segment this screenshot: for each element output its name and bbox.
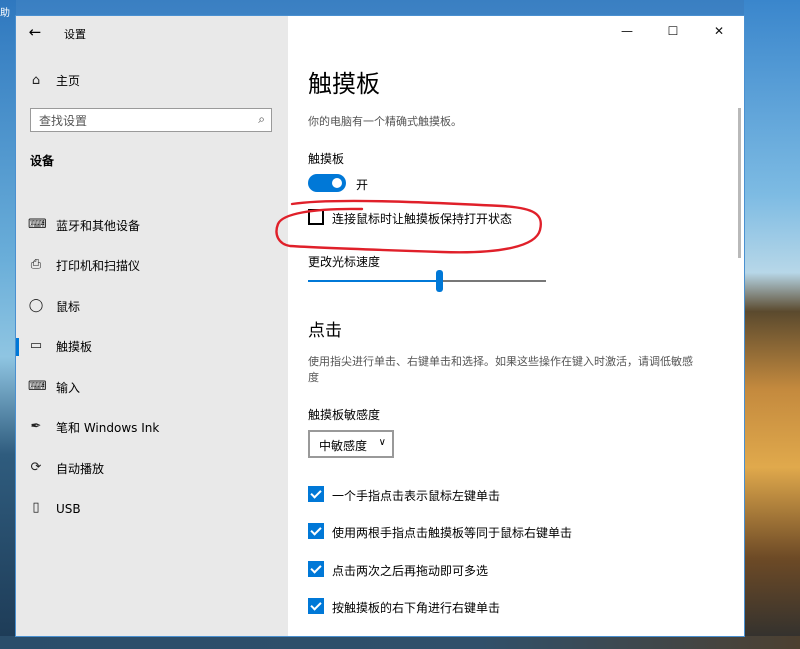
- tap-option-label: 按触摸板的右下角进行右键单击: [332, 601, 501, 615]
- sidebar-item-2[interactable]: ◯ 鼠标: [16, 290, 288, 324]
- cursor-speed-track[interactable]: [308, 280, 546, 282]
- tap-option-label: 一个手指点击表示鼠标左键单击: [332, 489, 501, 503]
- window-controls: — ☐ ✕: [604, 16, 744, 48]
- scrollbar[interactable]: [738, 108, 741, 258]
- sidebar-item-label: 鼠标: [56, 300, 81, 314]
- sidebar-item-label: 蓝牙和其他设备: [56, 219, 141, 233]
- tap-option-checkbox[interactable]: [308, 598, 324, 614]
- sidebar-item-4[interactable]: ⌨ 输入: [16, 371, 288, 405]
- minimize-button[interactable]: —: [604, 16, 650, 46]
- pen-icon: ✒: [30, 419, 42, 434]
- sidebar-item-5[interactable]: ✒ 笔和 Windows Ink: [16, 411, 288, 445]
- sidebar-item-label: 打印机和扫描仪: [56, 259, 141, 273]
- cursor-speed-thumb[interactable]: [435, 270, 443, 292]
- desktop-wallpaper-left: 助: [0, 0, 16, 649]
- title-bar: ← 设置: [16, 16, 288, 48]
- keyboard-icon: ⌨: [28, 379, 47, 394]
- autoplay-icon: ⟳: [30, 460, 42, 475]
- cursor-speed-label: 更改光标速度: [308, 255, 381, 269]
- close-button[interactable]: ✕: [696, 16, 742, 46]
- sidebar-item-label: 触摸板: [56, 340, 93, 354]
- sensitivity-dropdown[interactable]: 中敏感度 ∨: [308, 430, 394, 458]
- tap-option-checkbox[interactable]: [308, 486, 324, 502]
- sidebar-item-0[interactable]: ⌨ 蓝牙和其他设备: [16, 209, 288, 243]
- section-label-devices: 设备: [30, 154, 55, 168]
- sidebar-item-label: 输入: [56, 381, 81, 395]
- selected-indicator: [16, 338, 19, 356]
- sensitivity-label: 触摸板敏感度: [308, 408, 381, 422]
- sidebar-item-3[interactable]: ▭ 触摸板: [16, 330, 288, 364]
- sidebar-item-label: 笔和 Windows Ink: [56, 421, 160, 435]
- touchpad-toggle[interactable]: [308, 174, 346, 192]
- chevron-down-icon: ∨: [378, 437, 386, 448]
- usb-icon: ▯: [32, 500, 40, 515]
- sidebar-item-label: 自动播放: [56, 462, 105, 476]
- sidebar: ← 设置 ⌂ 主页 查找设置 ⌕ 设备 ⌨ 蓝牙和其他设备 ⎙ 打印机和扫描仪 ◯ 鼠标 ▭…: [16, 16, 288, 636]
- touchpad-group-label: 触摸板: [308, 152, 345, 166]
- back-arrow-icon: ←: [28, 23, 42, 41]
- page-title: 触摸板: [308, 70, 380, 98]
- maximize-button[interactable]: ☐: [650, 16, 696, 46]
- taps-section-title: 点击: [308, 321, 342, 341]
- nav-home[interactable]: ⌂ 主页: [16, 70, 288, 92]
- window-title: 设置: [64, 28, 86, 41]
- taps-description: 使用指尖进行单击、右键单击和选择。如果这些操作在键入时激活，请调低敏感度: [308, 355, 693, 384]
- desktop-wallpaper-right: [744, 0, 800, 649]
- tap-option-checkbox[interactable]: [308, 523, 324, 539]
- search-placeholder: 查找设置: [39, 114, 88, 128]
- sidebar-item-label: USB: [56, 502, 81, 516]
- nav-home-label: 主页: [56, 74, 81, 88]
- maximize-icon: ☐: [667, 24, 679, 38]
- sensitivity-value: 中敏感度: [319, 439, 368, 453]
- sidebar-item-7[interactable]: ▯ USB: [16, 492, 288, 526]
- minimize-icon: —: [621, 24, 633, 38]
- home-icon: ⌂: [31, 73, 41, 88]
- search-input[interactable]: 查找设置 ⌕: [30, 108, 272, 132]
- cursor-speed-fill: [308, 280, 439, 282]
- page-description: 你的电脑有一个精确式触摸板。: [308, 115, 462, 128]
- close-icon: ✕: [713, 24, 725, 38]
- settings-window: ← 设置 ⌂ 主页 查找设置 ⌕ 设备 ⌨ 蓝牙和其他设备 ⎙ 打印机和扫描仪 ◯ 鼠标 ▭…: [16, 16, 744, 636]
- bluetooth-devices-icon: ⌨: [28, 217, 47, 232]
- toggle-state-label: 开: [356, 178, 369, 192]
- desktop-clipped-text: 助: [0, 8, 10, 19]
- main-content: — ☐ ✕ 触摸板 你的电脑有一个精确式触摸板。 触摸板 开 连接鼠标时让触摸板…: [288, 16, 744, 636]
- toggle-knob: [332, 178, 342, 188]
- back-button[interactable]: ←: [24, 22, 46, 42]
- keep-touchpad-on-checkbox[interactable]: [308, 209, 324, 225]
- tap-option-label: 点击两次之后再拖动即可多选: [332, 564, 489, 578]
- mouse-icon: ◯: [28, 298, 44, 313]
- touchpad-icon: ▭: [29, 338, 43, 353]
- sidebar-item-1[interactable]: ⎙ 打印机和扫描仪: [16, 249, 288, 283]
- search-icon: ⌕: [258, 112, 265, 126]
- printer-icon: ⎙: [30, 257, 42, 272]
- keep-touchpad-on-label: 连接鼠标时让触摸板保持打开状态: [332, 212, 513, 226]
- sidebar-item-6[interactable]: ⟳ 自动播放: [16, 452, 288, 486]
- tap-option-checkbox[interactable]: [308, 561, 324, 577]
- tap-option-label: 使用两根手指点击触摸板等同于鼠标右键单击: [332, 526, 573, 540]
- desktop-wallpaper-bottom: [0, 636, 800, 649]
